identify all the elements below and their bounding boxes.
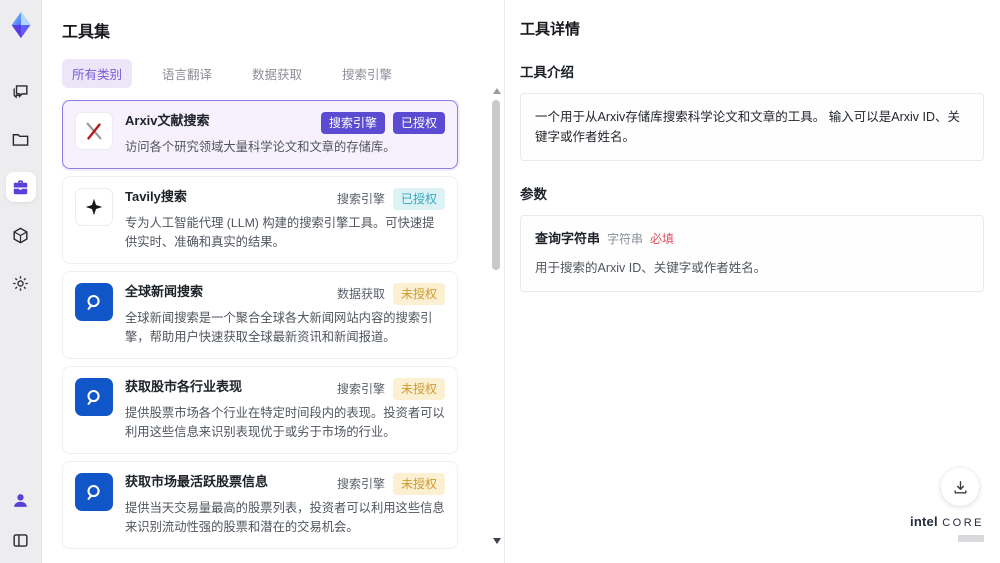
tool-intro-box: 一个用于从Arxiv存储库搜索科学论文和文章的工具。 输入可以是Arxiv ID… xyxy=(520,93,984,161)
left-nav-rail xyxy=(0,0,42,563)
chat-icon xyxy=(13,84,28,99)
category-badge: 搜索引擎 xyxy=(320,112,385,134)
category-badge: 搜索引擎 xyxy=(336,477,385,492)
tools-list-panel: 工具集 所有类别 语言翻译 数据获取 搜索引擎 Arxiv文献搜索 搜索引擎 已… xyxy=(42,0,505,563)
folder-icon xyxy=(12,133,29,146)
category-tabs: 所有类别 语言翻译 数据获取 搜索引擎 xyxy=(62,59,480,88)
tool-name: 获取市场最活跃股票信息 xyxy=(125,474,269,490)
tool-description: 访问各个研究领域大量科学论文和文章的存储库。 xyxy=(125,140,396,154)
tool-name: Arxiv文献搜索 xyxy=(125,113,210,128)
core-brand-text: CORE xyxy=(942,517,984,529)
auth-status-badge: 未授权 xyxy=(392,378,445,401)
app-window: 工具集 所有类别 语言翻译 数据获取 搜索引擎 Arxiv文献搜索 搜索引擎 已… xyxy=(0,0,1000,563)
tool-card-global-news[interactable]: 全球新闻搜索 数据获取 未授权 全球新闻搜索是一个聚合全球各大新闻网站内容的搜索… xyxy=(62,271,458,360)
download-icon xyxy=(953,480,967,494)
nav-toolbox[interactable] xyxy=(5,172,36,202)
param-type: 字符串 xyxy=(607,232,644,246)
tab-language-translation[interactable]: 语言翻译 xyxy=(152,59,222,88)
nav-account[interactable] xyxy=(6,485,36,515)
download-button[interactable] xyxy=(941,468,979,506)
stock-sector-icon xyxy=(75,378,113,417)
scroll-down-arrow-icon[interactable] xyxy=(493,538,501,544)
category-badge: 搜索引擎 xyxy=(336,192,385,207)
param-name: 查询字符串 xyxy=(535,231,601,246)
nav-collapse[interactable] xyxy=(6,525,36,555)
tab-data-fetching[interactable]: 数据获取 xyxy=(242,59,312,88)
params-heading: 参数 xyxy=(520,187,547,202)
scrollbar-thumb[interactable] xyxy=(492,100,500,270)
list-scrollbar[interactable] xyxy=(490,84,502,554)
tool-name: 全球新闻搜索 xyxy=(125,284,204,300)
tool-card-active-stocks[interactable]: 获取市场最活跃股票信息 搜索引擎 未授权 提供当天交易量最高的股票列表，投资者可… xyxy=(62,461,458,550)
page-title: 工具集 xyxy=(62,24,111,41)
intel-brand-text: intel xyxy=(910,514,938,529)
nav-settings[interactable] xyxy=(6,268,36,298)
nav-files[interactable] xyxy=(6,124,36,154)
tool-description: 提供当天交易量最高的股票列表，投资者可以利用这些信息来识别流动性强的股票和潜在的… xyxy=(125,501,445,535)
category-badge: 搜索引擎 xyxy=(336,382,385,397)
briefcase-icon xyxy=(13,179,28,194)
tool-card-tavily[interactable]: Tavily搜索 搜索引擎 已授权 专为人工智能代理 (LLM) 构建的搜索引擎… xyxy=(62,176,458,265)
app-logo-icon xyxy=(11,11,30,39)
gear-icon xyxy=(13,275,28,291)
category-badge: 数据获取 xyxy=(336,287,385,302)
tool-card-stock-sector[interactable]: 获取股市各行业表现 搜索引擎 未授权 提供股票市场各个行业在特定时间段内的表现。… xyxy=(62,366,458,455)
tavily-star-icon xyxy=(75,188,113,227)
scroll-up-arrow-icon[interactable] xyxy=(493,88,501,94)
tab-all-categories[interactable]: 所有类别 xyxy=(62,59,133,88)
auth-status-badge: 未授权 xyxy=(392,473,445,496)
tool-description: 专为人工智能代理 (LLM) 构建的搜索引擎工具。可快速提供实时、准确和真实的结… xyxy=(125,216,435,250)
cube-icon xyxy=(13,227,28,243)
active-stock-icon xyxy=(75,473,113,512)
auth-status-badge: 已授权 xyxy=(392,112,445,134)
user-icon xyxy=(14,493,27,507)
tool-detail-panel: 工具详情 工具介绍 一个用于从Arxiv存储库搜索科学论文和文章的工具。 输入可… xyxy=(506,0,1000,563)
tool-card-list: Arxiv文献搜索 搜索引擎 已授权 访问各个研究领域大量科学论文和文章的存储库… xyxy=(62,100,480,556)
tool-name: 获取股市各行业表现 xyxy=(125,379,243,395)
intel-core-badge: intel CORE xyxy=(910,514,984,546)
tool-card-arxiv[interactable]: Arxiv文献搜索 搜索引擎 已授权 访问各个研究领域大量科学论文和文章的存储库… xyxy=(62,100,458,170)
tool-description: 提供股票市场各个行业在特定时间段内的表现。投资者可以利用这些信息来识别表现优于或… xyxy=(125,406,445,440)
nav-chat[interactable] xyxy=(6,76,36,106)
param-description: 用于搜索的Arxiv ID、关键字或作者姓名。 xyxy=(535,260,767,275)
tool-description: 全球新闻搜索是一个聚合全球各大新闻网站内容的搜索引擎，帮助用户快速获取全球最新资… xyxy=(125,311,433,345)
tab-search-engine[interactable]: 搜索引擎 xyxy=(332,59,402,88)
intel-sub-badge xyxy=(958,535,984,542)
tool-name: Tavily搜索 xyxy=(125,189,187,205)
auth-status-badge: 已授权 xyxy=(392,188,445,211)
param-box: 查询字符串 字符串 必填 用于搜索的Arxiv ID、关键字或作者姓名。 xyxy=(520,215,984,292)
intro-heading: 工具介绍 xyxy=(520,65,574,80)
arxiv-icon xyxy=(75,112,113,150)
panel-toggle-icon xyxy=(13,533,28,547)
tool-intro-text: 一个用于从Arxiv存储库搜索科学论文和文章的工具。 输入可以是Arxiv ID… xyxy=(535,110,961,144)
auth-status-badge: 未授权 xyxy=(392,283,445,306)
detail-title: 工具详情 xyxy=(520,21,581,38)
global-news-icon xyxy=(75,283,113,322)
nav-models[interactable] xyxy=(6,220,36,250)
param-required-flag: 必填 xyxy=(650,232,675,246)
